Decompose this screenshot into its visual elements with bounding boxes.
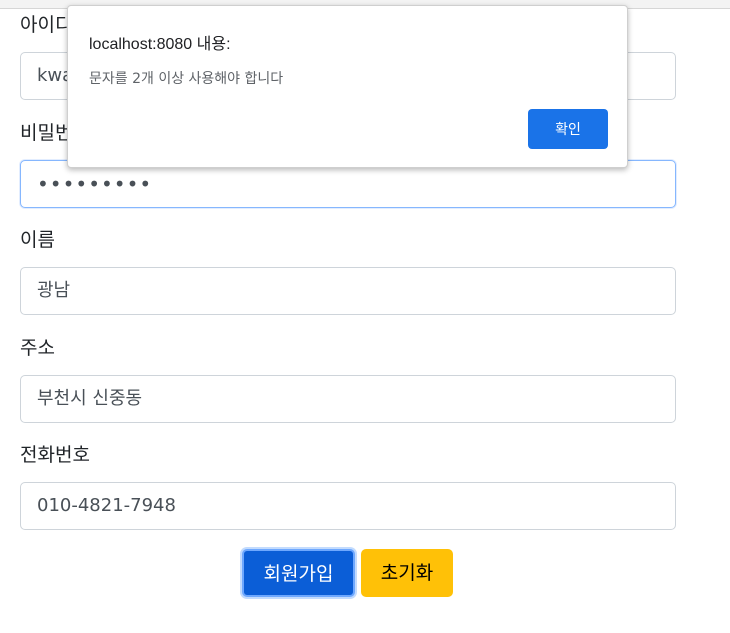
name-input[interactable]: 광남 [20, 267, 676, 315]
password-masked-value: ••••••••• [37, 172, 153, 196]
signup-button[interactable]: 회원가입 [242, 549, 355, 597]
address-group: 주소 부천시 신중동 [20, 336, 676, 423]
alert-message: 문자를 2개 이상 사용해야 합니다 [89, 71, 284, 87]
name-group: 이름 광남 [20, 228, 676, 315]
phone-label: 전화번호 [20, 444, 90, 466]
phone-group: 전화번호 010-4821-7948 [20, 443, 676, 530]
reset-button[interactable]: 초기화 [361, 549, 453, 597]
address-input[interactable]: 부천시 신중동 [20, 375, 676, 423]
name-label: 이름 [20, 229, 55, 251]
alert-title: localhost:8080 내용: [89, 36, 231, 53]
address-label: 주소 [20, 337, 55, 359]
alert-dialog: localhost:8080 내용: 문자를 2개 이상 사용해야 합니다 확인 [67, 5, 628, 168]
alert-ok-button[interactable]: 확인 [528, 109, 608, 149]
phone-input[interactable]: 010-4821-7948 [20, 482, 676, 530]
